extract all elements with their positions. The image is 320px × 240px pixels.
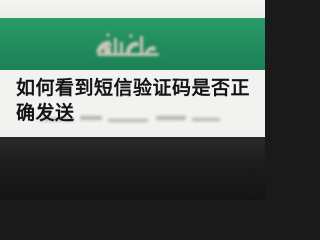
- article-thumbnail[interactable]: 如何看到短信验证码是否正确发送: [0, 0, 265, 200]
- article-title[interactable]: 如何看到短信验证码是否正确发送: [16, 76, 254, 126]
